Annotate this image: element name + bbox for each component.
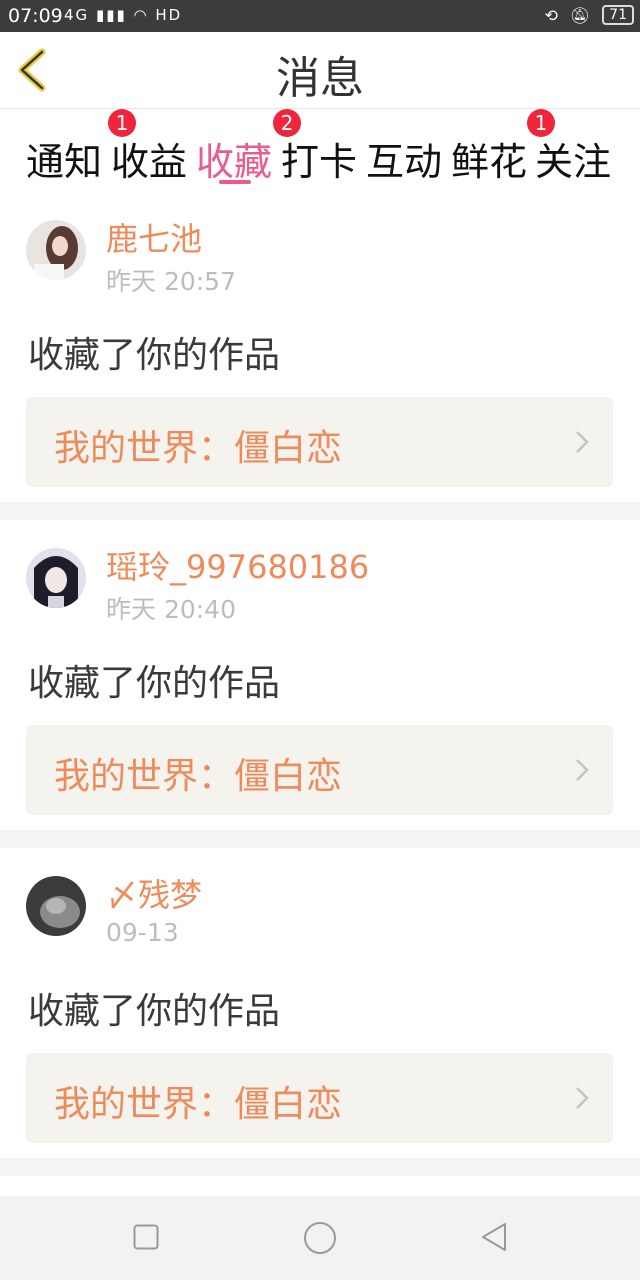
work-link[interactable]: 我的世界：僵白恋 <box>26 397 613 487</box>
tab-earnings[interactable]: 收益 <box>111 131 187 186</box>
chevron-right-icon <box>576 431 589 453</box>
message-action: 收藏了你的作品 <box>28 663 281 704</box>
tab-checkin[interactable]: 打卡 <box>281 131 357 186</box>
network-label: HD <box>155 6 183 24</box>
message-card: 瑶玲_997680186 昨天 20:40 收藏了你的作品 我的世界：僵白恋 <box>0 520 640 830</box>
username[interactable]: 鹿七池 <box>106 214 202 260</box>
tab-interaction[interactable]: 互动 <box>366 131 442 186</box>
chevron-right-icon <box>576 759 589 781</box>
message-card: 〆残梦 09-13 收藏了你的作品 我的世界：僵白恋 <box>0 848 640 1158</box>
triangle-left-icon[interactable] <box>480 1222 508 1252</box>
message-time: 09-13 <box>106 918 179 947</box>
message-action: 收藏了你的作品 <box>28 335 281 376</box>
work-title: 我的世界：僵白恋 <box>54 756 343 797</box>
username[interactable]: 〆残梦 <box>106 870 202 916</box>
work-title: 我的世界：僵白恋 <box>54 1084 343 1125</box>
battery-icon: 71 <box>602 5 634 25</box>
silent-bell-icon: 🔕︎ <box>569 5 591 25</box>
status-bar: 07:09 4G ▮▮▮ ◠ HD ⟲ 🔕︎ 71 <box>0 0 640 32</box>
tab-follow[interactable]: 关注 <box>535 131 611 186</box>
avatar[interactable] <box>26 876 86 936</box>
message-card: 鹿七池 昨天 20:57 收藏了你的作品 我的世界：僵白恋 <box>0 192 640 502</box>
system-nav-bar <box>0 1196 640 1280</box>
message-time: 昨天 20:57 <box>106 267 236 296</box>
tab-bar: 通知 1 收益 收藏 2 打卡 互动 鲜花 关注 1 <box>0 109 640 192</box>
work-link[interactable]: 我的世界：僵白恋 <box>26 1053 613 1143</box>
circle-icon[interactable] <box>303 1221 337 1255</box>
nfc-icon: ⟲ <box>544 5 558 25</box>
message-time: 昨天 20:40 <box>106 595 236 624</box>
tab-follow-badge: 1 <box>527 109 555 137</box>
signal-indicator: 4G ▮▮▮ ◠ HD <box>64 6 183 24</box>
active-tab-indicator <box>219 180 251 184</box>
signal-label: 4G <box>64 6 90 24</box>
message-action: 收藏了你的作品 <box>28 991 281 1032</box>
avatar[interactable] <box>26 548 86 608</box>
chevron-right-icon <box>576 1087 589 1109</box>
work-title: 我的世界：僵白恋 <box>54 428 343 469</box>
tab-favorites[interactable]: 收藏 <box>196 131 272 186</box>
avatar[interactable] <box>26 220 86 280</box>
tab-notification[interactable]: 通知 <box>26 131 102 186</box>
app-header: 消息 <box>0 32 640 109</box>
work-link[interactable]: 我的世界：僵白恋 <box>26 725 613 815</box>
square-icon[interactable] <box>133 1224 159 1250</box>
username[interactable]: 瑶玲_997680186 <box>106 542 369 588</box>
message-card-partial <box>0 1176 640 1196</box>
status-time: 07:09 <box>8 5 63 27</box>
tab-flowers[interactable]: 鲜花 <box>451 131 527 186</box>
status-right: ⟲ 🔕︎ 71 <box>544 5 634 25</box>
page-title: 消息 <box>276 53 364 104</box>
